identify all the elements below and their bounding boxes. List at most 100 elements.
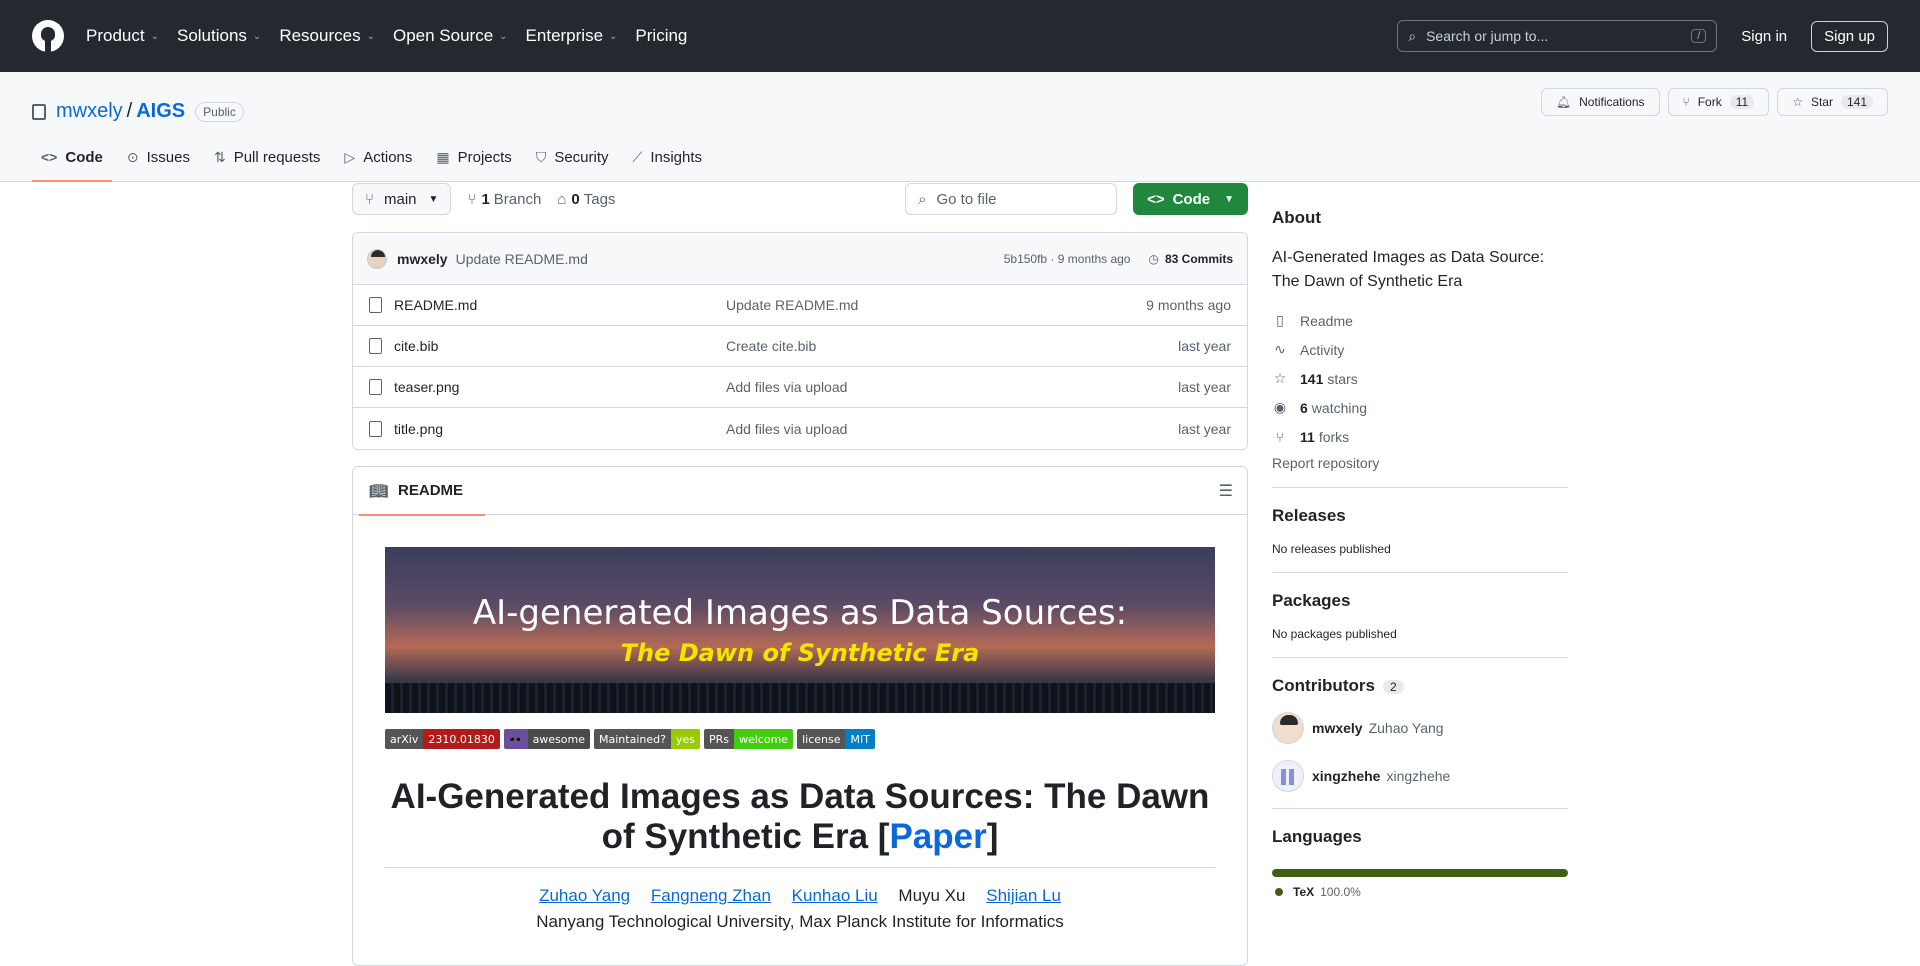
tab-projects[interactable]: ▦ Projects <box>427 133 520 181</box>
paper-link[interactable]: Paper <box>889 817 986 856</box>
tab-pull-requests[interactable]: ⇅ Pull requests <box>205 133 329 181</box>
star-button[interactable]: ☆ Star 141 <box>1777 88 1888 116</box>
tab-security[interactable]: ⛉ Security <box>527 133 618 181</box>
commit-meta: 5b150fb · 9 months ago ◷ 83 Commits <box>1004 252 1233 266</box>
tab-code[interactable]: <> Code <box>32 133 112 182</box>
chevron-down-icon: ⌄ <box>366 30 375 42</box>
tags-label: Tags <box>583 190 616 208</box>
tab-issues[interactable]: ⊙ Issues <box>118 133 199 181</box>
file-name[interactable]: cite.bib <box>394 338 726 354</box>
nav-solutions[interactable]: Solutions ⌄ <box>177 26 261 46</box>
author-link[interactable]: Zuhao Yang <box>539 886 630 905</box>
commit-author[interactable]: mwxely <box>397 251 448 267</box>
repo-name-link[interactable]: AIGS <box>136 100 185 123</box>
commit-hash-time[interactable]: 5b150fb · 9 months ago <box>1004 252 1131 266</box>
repo-description: AI-Generated Images as Data Source: The … <box>1272 249 1545 290</box>
file-commit-message[interactable]: Create cite.bib <box>726 338 1178 354</box>
license-badge[interactable]: license MIT <box>797 729 875 749</box>
contributors-heading[interactable]: Contributors 2 <box>1272 676 1568 696</box>
code-icon: <> <box>41 149 58 165</box>
watching-link[interactable]: ◉ 6 watching <box>1272 393 1568 422</box>
global-search-input[interactable]: ⌕ Search or jump to... / <box>1397 20 1718 52</box>
nav-pricing[interactable]: Pricing <box>635 26 687 46</box>
outline-list-icon[interactable]: ☰ <box>1219 481 1233 501</box>
code-dropdown-button[interactable]: <> Code ▼ <box>1133 183 1248 215</box>
tab-insights[interactable]: ⟋ Insights <box>624 133 712 181</box>
fork-button[interactable]: ⑂ Fork 11 <box>1667 88 1770 116</box>
commits-link[interactable]: ◷ 83 Commits <box>1148 252 1233 266</box>
contributors-count: 2 <box>1382 680 1404 694</box>
tab-actions[interactable]: ▷ Actions <box>335 133 421 181</box>
file-name[interactable]: title.png <box>394 421 726 437</box>
maintained-badge[interactable]: Maintained? yes <box>594 729 700 749</box>
chevron-down-icon: ⌄ <box>609 30 618 42</box>
prs-badge[interactable]: PRs welcome <box>703 729 794 749</box>
activity-link[interactable]: ∿ Activity <box>1272 335 1568 364</box>
badge-left: PRs <box>703 729 734 749</box>
repo-owner-link[interactable]: mwxely <box>56 100 123 123</box>
chevron-down-icon: ⌄ <box>252 30 262 42</box>
contributor-name: Zuhao Yang <box>1368 720 1444 736</box>
table-row[interactable]: teaser.png Add files via upload last year <box>353 367 1247 408</box>
stars-label: stars <box>1327 370 1358 387</box>
commit-message[interactable]: Update README.md <box>456 251 588 267</box>
readme-link[interactable]: ▯ Readme <box>1272 306 1568 335</box>
notifications-button[interactable]: 🔔︎ Notifications <box>1540 88 1660 116</box>
file-commit-message[interactable]: Update README.md <box>726 297 1146 313</box>
list-item[interactable]: xingzhehe xingzhehe <box>1272 760 1568 792</box>
star-icon: ☆ <box>1273 370 1287 386</box>
forks-link[interactable]: ⑂ 11 forks <box>1272 422 1568 451</box>
table-row[interactable]: title.png Add files via upload last year <box>353 408 1247 449</box>
about-heading: About <box>1272 208 1322 227</box>
branches-link[interactable]: ⑂ 1 Branch <box>467 191 541 208</box>
file-commit-message[interactable]: Add files via upload <box>726 379 1178 395</box>
arxiv-badge[interactable]: arXiv 2310.01830 <box>385 729 500 749</box>
branch-selector[interactable]: ⑂ main ▼ <box>352 183 452 215</box>
file-date: last year <box>1178 338 1231 354</box>
packages-heading[interactable]: Packages <box>1272 591 1568 611</box>
tab-readme[interactable]: 📖︎ README <box>358 467 486 516</box>
repo-actions: 🔔︎ Notifications ⑂ Fork 11 ☆ Star 141 <box>1540 88 1888 116</box>
language-item[interactable]: TeX 100.0% <box>1272 885 1568 899</box>
stars-link[interactable]: ☆ 141 stars <box>1272 364 1568 393</box>
tab-label: Security <box>554 148 609 166</box>
file-commit-message[interactable]: Add files via upload <box>726 421 1178 437</box>
github-logo-icon[interactable] <box>32 20 64 52</box>
list-item[interactable]: mwxely Zuhao Yang <box>1272 712 1568 744</box>
tab-label: Projects <box>457 148 512 166</box>
pull-request-icon: ⇅ <box>213 148 226 165</box>
badge-row: arXiv 2310.01830 🕶️ awesome Maintained? yes… <box>385 729 1215 749</box>
tags-link[interactable]: ⌂ 0 Tags <box>557 191 615 208</box>
avatar[interactable] <box>367 248 387 269</box>
nav-product[interactable]: Product ⌄ <box>86 26 159 46</box>
table-row[interactable]: cite.bib Create cite.bib last year <box>353 326 1247 367</box>
releases-heading[interactable]: Releases <box>1272 506 1568 526</box>
packages-section: Packages No packages published <box>1272 572 1568 641</box>
repo-tabs: <> Code ⊙ Issues ⇅ Pull requests ▷ Actions ▦… <box>32 133 717 182</box>
book-icon: ▯ <box>1276 312 1284 328</box>
go-to-file-input[interactable]: ⌕ Go to file <box>905 183 1118 215</box>
tab-label: Actions <box>363 148 413 166</box>
table-row[interactable]: README.md Update README.md 9 months ago <box>353 285 1247 326</box>
awesome-badge[interactable]: 🕶️ awesome <box>503 729 591 749</box>
releases-section: Releases No releases published <box>1272 487 1568 556</box>
nav-enterprise[interactable]: Enterprise ⌄ <box>526 26 618 46</box>
nav-open-source[interactable]: Open Source ⌄ <box>393 26 508 46</box>
report-repository-link[interactable]: Report repository <box>1272 455 1568 471</box>
author-link[interactable]: Shijian Lu <box>986 886 1061 905</box>
file-browser: mwxely Update README.md 5b150fb · 9 mont… <box>352 232 1248 450</box>
avatar <box>1272 760 1304 792</box>
sign-up-button[interactable]: Sign up <box>1811 20 1888 52</box>
nav-label: Product <box>86 26 145 45</box>
sign-in-link[interactable]: Sign in <box>1741 28 1787 45</box>
readme-panel: 📖︎ README ☰ AI-generated Images as Data S… <box>352 466 1248 966</box>
file-name[interactable]: teaser.png <box>394 379 726 395</box>
badge-left: arXiv <box>385 729 424 749</box>
author-link[interactable]: Fangneng Zhan <box>651 886 771 905</box>
author-link[interactable]: Kunhao Liu <box>792 886 878 905</box>
stars-count: 141 <box>1300 370 1324 387</box>
nav-resources[interactable]: Resources ⌄ <box>279 26 375 46</box>
file-name[interactable]: README.md <box>394 297 726 313</box>
shield-icon: ⛉ <box>535 148 547 165</box>
badge-right: welcome <box>733 729 794 749</box>
